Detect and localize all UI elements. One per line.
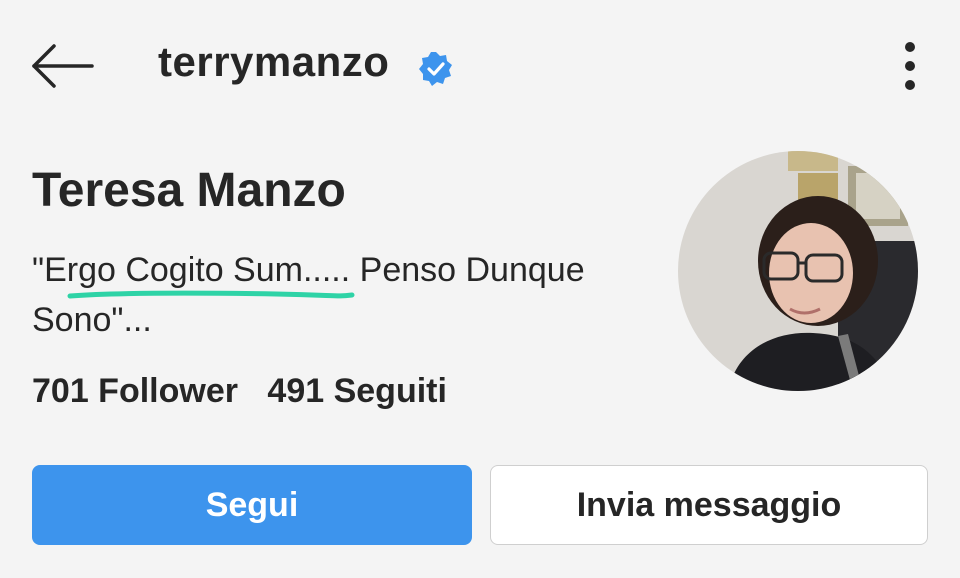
more-options-button[interactable] — [892, 38, 928, 94]
profile-name: Teresa Manzo — [32, 164, 346, 217]
following-count[interactable]: 491 Seguiti — [267, 372, 447, 410]
followers-count[interactable]: 701 Follower — [32, 372, 238, 410]
back-button[interactable] — [28, 40, 98, 92]
more-vertical-icon — [905, 42, 915, 52]
profile-stats: 701 Follower 491 Seguiti — [32, 372, 467, 411]
verified-badge-icon — [419, 52, 452, 86]
avatar — [678, 151, 918, 391]
highlight-underline — [67, 290, 355, 299]
profile-header: terrymanzo — [0, 0, 960, 130]
profile-username: terrymanzo — [158, 38, 390, 85]
follow-button[interactable]: Segui — [32, 465, 472, 545]
send-message-button[interactable]: Invia messaggio — [490, 465, 928, 545]
arrow-left-icon — [32, 44, 94, 88]
